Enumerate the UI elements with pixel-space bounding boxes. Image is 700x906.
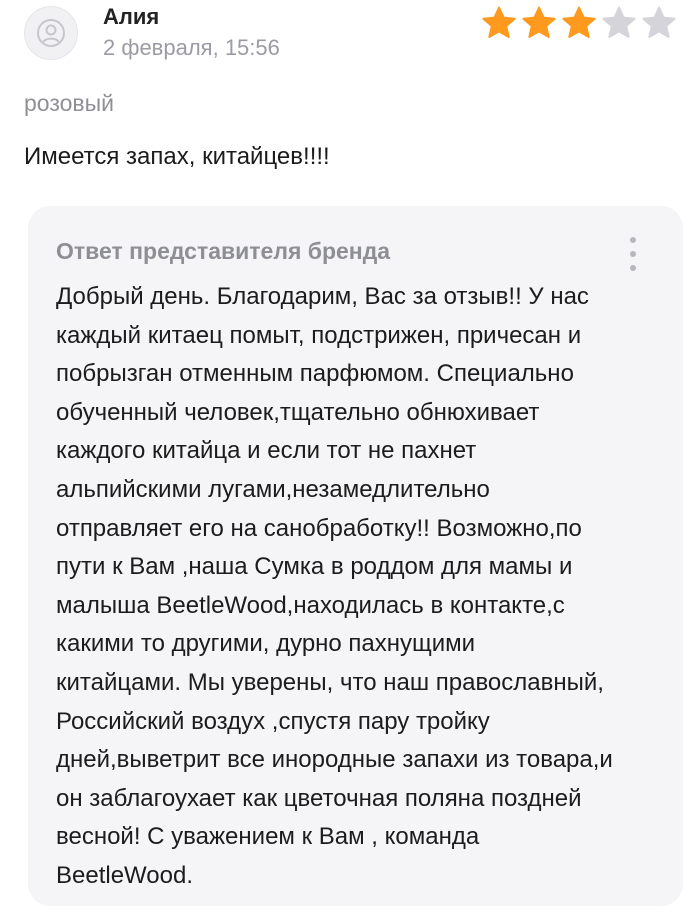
user-icon	[37, 19, 65, 47]
reply-text: Добрый день. Благодарим, Вас за отзыв!! …	[56, 283, 613, 889]
star-filled-icon	[562, 6, 596, 38]
menu-dot	[630, 237, 636, 243]
more-vertical-icon[interactable]	[627, 237, 639, 271]
star-filled-icon	[522, 6, 556, 38]
menu-dot	[630, 251, 636, 257]
review-text: Имеется запах, китайцев!!!!	[24, 143, 330, 170]
reply-title: Ответ представителя бренда	[56, 238, 391, 264]
star-filled-icon	[482, 6, 516, 38]
product-variant: розовый	[24, 90, 115, 116]
star-empty-icon	[602, 6, 636, 38]
brand-reply-card: Ответ представителя бренда Добрый день. …	[28, 206, 683, 906]
review-date: 2 февраля, 15:56	[103, 35, 280, 60]
star-rating	[480, 4, 678, 42]
menu-dot	[630, 265, 636, 271]
star-empty-icon	[642, 6, 676, 38]
avatar[interactable]	[24, 6, 78, 60]
author-name: Алия	[103, 4, 160, 29]
review-card: Алия 2 февраля, 15:56 розовый Имеется за…	[0, 0, 700, 906]
